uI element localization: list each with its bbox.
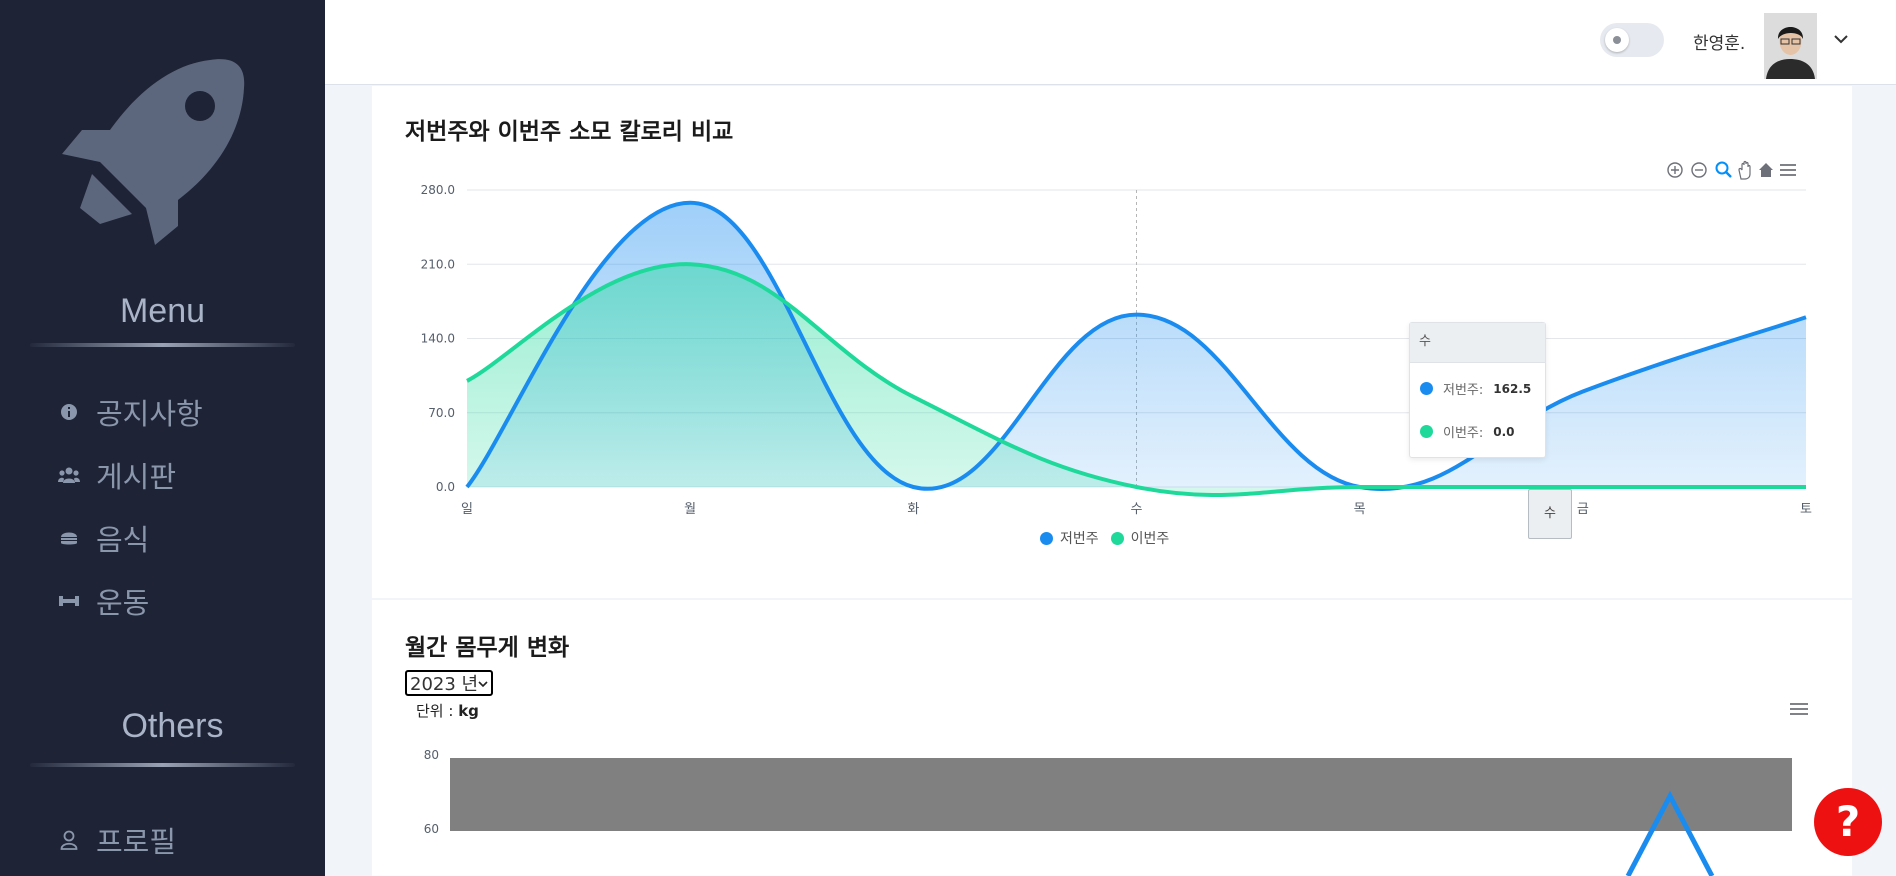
weight-range-band bbox=[450, 758, 1792, 831]
y-tick-label: 60 bbox=[424, 822, 439, 836]
weight-chart: 80 60 bbox=[424, 748, 1792, 876]
help-button[interactable]: ? bbox=[1814, 788, 1882, 856]
y-tick-label: 80 bbox=[424, 748, 439, 762]
